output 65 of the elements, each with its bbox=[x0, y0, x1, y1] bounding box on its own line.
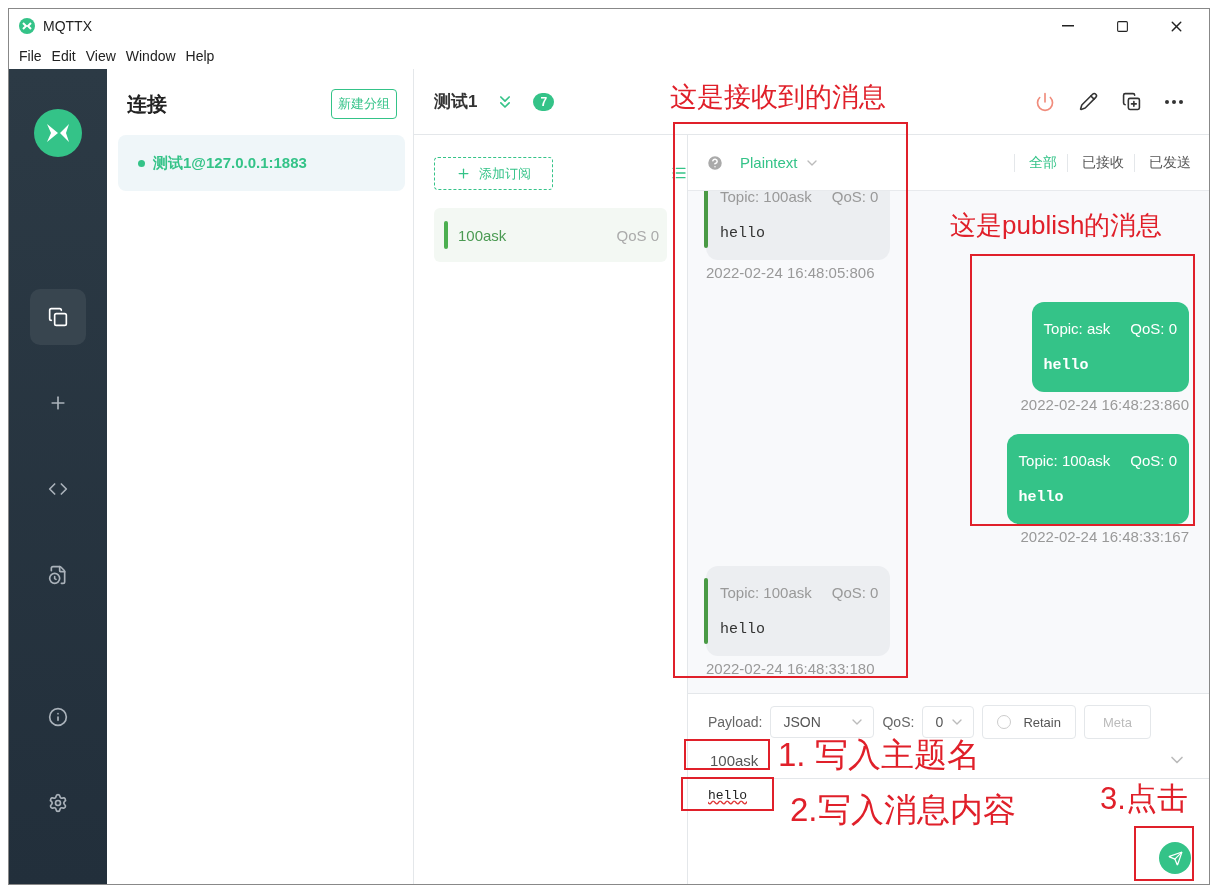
more-icon bbox=[1165, 99, 1183, 104]
pencil-icon bbox=[1079, 92, 1098, 111]
highlight-frame bbox=[1134, 826, 1194, 881]
file-clock-icon bbox=[48, 565, 68, 585]
connection-title: 测试1 bbox=[434, 91, 478, 113]
connection-name: 测试1@127.0.0.1:1883 bbox=[153, 153, 307, 173]
message-payload: hello bbox=[720, 225, 766, 242]
select-value: JSON bbox=[783, 714, 821, 730]
subscription-qos: QoS 0 bbox=[616, 226, 659, 244]
payload-label: Payload: bbox=[708, 714, 763, 730]
payload-input[interactable]: hello bbox=[708, 788, 747, 803]
message-qos: QoS: 0 bbox=[831, 584, 879, 601]
filter-tab[interactable]: 已接收 bbox=[1067, 153, 1124, 172]
copy-icon bbox=[48, 307, 68, 327]
plus-icon bbox=[456, 166, 471, 181]
message-qos: QoS: 0 bbox=[831, 191, 879, 205]
menu-item[interactable]: Help bbox=[185, 48, 215, 64]
message-time: 2022-02-24 16:48:33:180 bbox=[706, 660, 875, 677]
subscription-topic: 100ask bbox=[458, 226, 508, 244]
message-payload: hello bbox=[1043, 357, 1090, 374]
message-topic: Topic: 100ask bbox=[1018, 452, 1111, 469]
menu-item[interactable]: Window bbox=[125, 48, 176, 64]
menu-item[interactable]: Edit bbox=[51, 48, 76, 64]
message-time: 2022-02-24 16:48:05:806 bbox=[706, 264, 875, 281]
message-qos: QoS: 0 bbox=[1130, 452, 1177, 469]
annotation-text: 2.写入消息内容 bbox=[790, 793, 1016, 826]
qos-label: QoS: bbox=[882, 714, 915, 730]
add-subscription-label: 添加订阅 bbox=[479, 164, 531, 183]
accent-bar bbox=[704, 191, 708, 248]
window-title: MQTTX bbox=[43, 18, 93, 34]
copy-plus-icon bbox=[1122, 92, 1141, 111]
format-label: Plaintext bbox=[740, 154, 798, 171]
payload-format-select[interactable]: JSON bbox=[770, 706, 875, 738]
menu-item[interactable]: View bbox=[85, 48, 116, 64]
maximize-icon bbox=[1115, 19, 1129, 33]
accent-bar bbox=[704, 578, 708, 644]
message-qos: QoS: 0 bbox=[1130, 320, 1177, 337]
send-icon bbox=[1167, 850, 1183, 866]
power-icon bbox=[1035, 91, 1055, 112]
message-payload: hello bbox=[720, 621, 766, 638]
unread-badge: 7 bbox=[533, 92, 555, 111]
message-payload: hello bbox=[1018, 489, 1065, 506]
settings-icon bbox=[48, 793, 68, 813]
message-topic: Topic: 100ask bbox=[720, 191, 812, 205]
annotation-text: 1. 写入主题名 bbox=[778, 738, 980, 771]
list-icon[interactable] bbox=[671, 165, 687, 181]
message-topic: Topic: 100ask bbox=[720, 584, 812, 601]
panel-title: 连接 bbox=[127, 91, 167, 117]
app-logo-icon bbox=[19, 18, 35, 34]
menu-item[interactable]: File bbox=[19, 48, 42, 64]
message-time: 2022-02-24 16:48:23:860 bbox=[1020, 396, 1189, 413]
select-value: 0 bbox=[935, 714, 944, 730]
annotation-text: 这是publish的消息 bbox=[950, 212, 1163, 238]
message-topic: Topic: ask bbox=[1043, 320, 1111, 337]
retain-label: Retain bbox=[1023, 714, 1061, 730]
info-icon bbox=[48, 707, 68, 727]
qos-select[interactable]: 0 bbox=[922, 706, 975, 738]
minimize-icon bbox=[1062, 25, 1074, 27]
annotation-text: 3.点击 bbox=[1100, 783, 1188, 814]
app-logo-icon bbox=[34, 109, 82, 157]
copy-button[interactable] bbox=[30, 289, 86, 345]
filter-tab[interactable]: 已发送 bbox=[1134, 153, 1191, 172]
message-time: 2022-02-24 16:48:33:167 bbox=[1020, 528, 1189, 545]
retain-toggle[interactable]: Retain bbox=[982, 705, 1076, 739]
annotation-text: 这是接收到的消息 bbox=[670, 84, 886, 111]
